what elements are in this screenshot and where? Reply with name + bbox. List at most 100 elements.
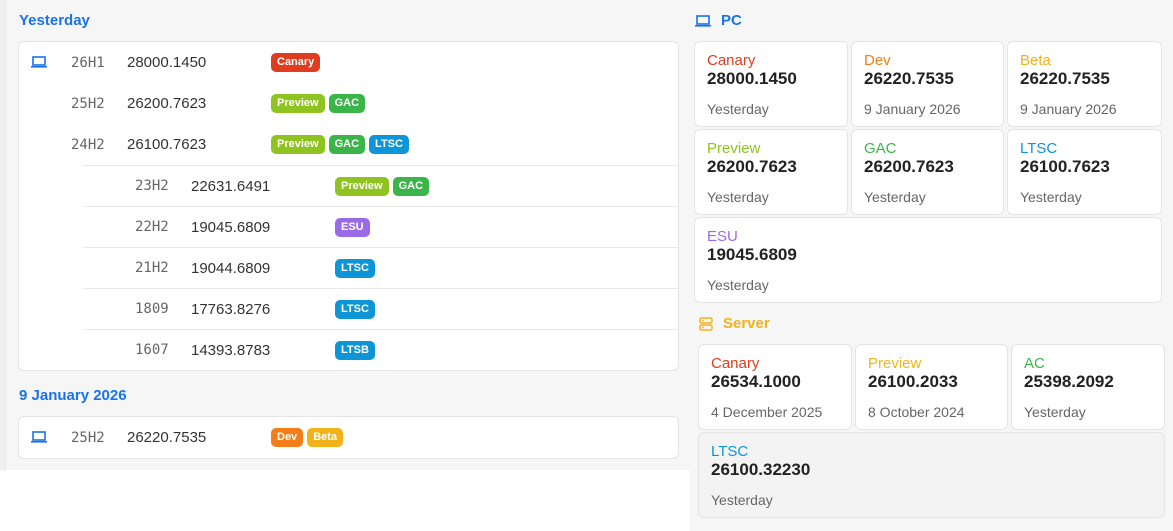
build-number: 26220.7535 bbox=[127, 429, 207, 446]
group-title: Yesterday bbox=[19, 12, 90, 29]
server-icon bbox=[699, 316, 713, 331]
build-number: 14393.8783 bbox=[191, 341, 271, 359]
release-row[interactable]: 24H2 26100.7623 Preview GAC LTSC bbox=[19, 124, 678, 165]
left-edge-divider bbox=[0, 0, 6, 470]
release-list-card: 26H1 28000.1450 Canary 25H2 26200.7623 Previe… bbox=[18, 41, 679, 371]
release-date: 9 January 2026 bbox=[864, 101, 961, 117]
channel-name: AC bbox=[1024, 355, 1045, 372]
build-number: 26200.7623 bbox=[864, 157, 954, 176]
channel-badges: Dev Beta bbox=[271, 428, 344, 447]
version-label: 1809 bbox=[135, 301, 169, 317]
channel-badge: Preview bbox=[271, 135, 325, 154]
pc-title: PC bbox=[721, 12, 742, 29]
channel-badge: Beta bbox=[307, 428, 344, 447]
release-date: Yesterday bbox=[1024, 404, 1086, 420]
build-number: 28000.1450 bbox=[707, 69, 797, 88]
channel-badge: ESU bbox=[335, 217, 370, 237]
release-row[interactable]: 1607 14393.8783 LTSB bbox=[83, 329, 678, 370]
build-number: 26200.7623 bbox=[127, 95, 207, 112]
release-row[interactable]: 26H1 28000.1450 Canary bbox=[19, 42, 678, 83]
channel-badges: LTSC bbox=[335, 299, 375, 319]
release-date: Yesterday bbox=[707, 101, 769, 117]
channel-badge: Preview bbox=[335, 176, 389, 196]
group-title: 9 January 2026 bbox=[19, 387, 127, 404]
channel-badge: LTSB bbox=[335, 340, 375, 360]
build-number: 26220.7535 bbox=[1020, 69, 1110, 88]
release-date: Yesterday bbox=[1020, 189, 1082, 205]
build-number: 19045.6809 bbox=[191, 218, 271, 236]
release-date: Yesterday bbox=[707, 277, 769, 293]
server-section-title: Server bbox=[699, 315, 770, 332]
build-number: 25398.2092 bbox=[1024, 372, 1114, 391]
release-date: 8 October 2024 bbox=[868, 404, 965, 420]
laptop-icon bbox=[31, 55, 47, 68]
version-label: 24H2 bbox=[71, 136, 105, 153]
channel-name: Canary bbox=[707, 52, 756, 69]
version-label: 1607 bbox=[135, 342, 169, 358]
version-label: 25H2 bbox=[71, 95, 105, 112]
release-list-card: 25H2 26220.7535 Dev Beta bbox=[18, 416, 679, 459]
release-date: Yesterday bbox=[864, 189, 926, 205]
channel-badge: GAC bbox=[328, 135, 366, 154]
channel-name: GAC bbox=[864, 140, 897, 157]
release-row[interactable]: 25H2 26200.7623 Preview GAC bbox=[19, 83, 678, 124]
release-row[interactable]: 25H2 26220.7535 Dev Beta bbox=[19, 417, 678, 458]
release-date: 4 December 2025 bbox=[711, 404, 823, 420]
release-row[interactable]: 21H2 19044.6809 LTSC bbox=[83, 247, 678, 288]
build-number: 26200.7623 bbox=[707, 157, 797, 176]
release-row[interactable]: 1809 17763.8276 LTSC bbox=[83, 288, 678, 329]
pc-section-title: PC bbox=[695, 12, 742, 29]
server-channel-tile[interactable]: Canary 26534.1000 4 December 2025 bbox=[698, 344, 852, 430]
server-channel-tile[interactable]: AC 25398.2092 Yesterday bbox=[1011, 344, 1165, 430]
channel-name: Dev bbox=[864, 52, 891, 69]
channel-badge: Dev bbox=[271, 428, 304, 447]
build-number: 19045.6809 bbox=[707, 245, 797, 264]
pc-channel-tile[interactable]: Dev 26220.7535 9 January 2026 bbox=[851, 41, 1004, 127]
server-channel-tile[interactable]: LTSC 26100.32230 Yesterday bbox=[698, 432, 1165, 518]
channel-name: Preview bbox=[868, 355, 922, 372]
channel-name: LTSC bbox=[1020, 140, 1058, 157]
channel-name: ESU bbox=[707, 228, 738, 245]
pc-channel-tile[interactable]: LTSC 26100.7623 Yesterday bbox=[1007, 129, 1162, 215]
channel-name: Canary bbox=[711, 355, 760, 372]
channel-badges: Preview GAC bbox=[335, 176, 430, 196]
version-label: 22H2 bbox=[135, 219, 169, 235]
channel-name: Preview bbox=[707, 140, 761, 157]
pc-channel-tile[interactable]: Canary 28000.1450 Yesterday bbox=[694, 41, 848, 127]
build-number: 26100.2033 bbox=[868, 372, 958, 391]
channel-badge: Canary bbox=[271, 53, 321, 72]
build-number: 26220.7535 bbox=[864, 69, 954, 88]
channel-badges: LTSB bbox=[335, 340, 375, 360]
channel-badges: Preview GAC bbox=[271, 94, 366, 113]
version-label: 23H2 bbox=[135, 178, 169, 194]
channel-badges: ESU bbox=[335, 217, 370, 237]
laptop-icon bbox=[31, 430, 47, 443]
build-number: 26534.1000 bbox=[711, 372, 801, 391]
pc-channel-tile[interactable]: Preview 26200.7623 Yesterday bbox=[694, 129, 848, 215]
channel-badge: GAC bbox=[392, 176, 430, 196]
pc-channel-tile[interactable]: Beta 26220.7535 9 January 2026 bbox=[1007, 41, 1162, 127]
channel-badge: Preview bbox=[271, 94, 325, 113]
release-row[interactable]: 22H2 19045.6809 ESU bbox=[83, 206, 678, 247]
build-number: 19044.6809 bbox=[191, 259, 271, 277]
build-number: 26100.32230 bbox=[711, 460, 811, 479]
channel-badges: Canary bbox=[271, 53, 321, 72]
release-date: Yesterday bbox=[707, 189, 769, 205]
channel-badge: LTSC bbox=[369, 135, 409, 154]
channel-badge: LTSC bbox=[335, 258, 375, 278]
pc-channel-tile[interactable]: ESU 19045.6809 Yesterday bbox=[694, 217, 1162, 303]
release-row[interactable]: 23H2 22631.6491 Preview GAC bbox=[83, 165, 678, 206]
channel-badges: Preview GAC LTSC bbox=[271, 135, 409, 154]
build-number: 17763.8276 bbox=[191, 300, 271, 318]
channel-badge: LTSC bbox=[335, 299, 375, 319]
server-channel-tile[interactable]: Preview 26100.2033 8 October 2024 bbox=[855, 344, 1008, 430]
channel-name: LTSC bbox=[711, 443, 749, 460]
version-label: 21H2 bbox=[135, 260, 169, 276]
build-number: 28000.1450 bbox=[127, 54, 207, 71]
channel-name: Beta bbox=[1020, 52, 1051, 69]
pc-channel-tile[interactable]: GAC 26200.7623 Yesterday bbox=[851, 129, 1004, 215]
channel-badge: GAC bbox=[328, 94, 366, 113]
build-number: 26100.7623 bbox=[127, 136, 207, 153]
release-date: 9 January 2026 bbox=[1020, 101, 1117, 117]
laptop-icon bbox=[695, 14, 711, 27]
